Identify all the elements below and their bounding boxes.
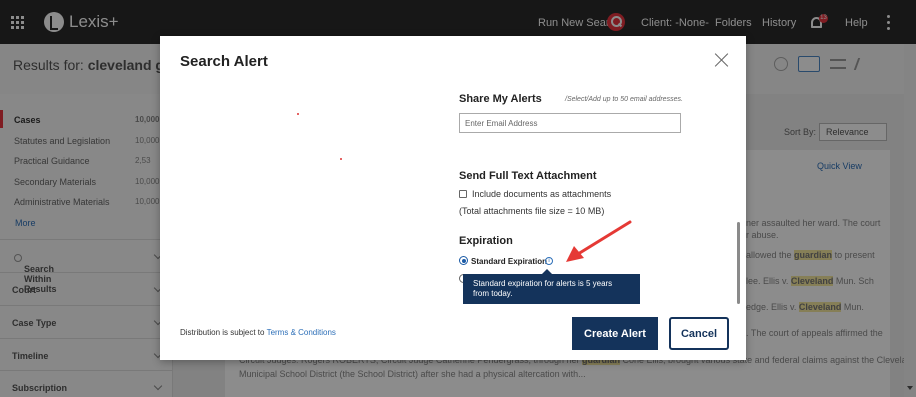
create-alert-button[interactable]: Create Alert <box>572 317 658 350</box>
distribution-note: Distribution is subject to Terms & Condi… <box>180 328 336 337</box>
search-alert-dialog: Search Alert Share My Alerts /Select/Add… <box>160 36 746 360</box>
distribution-text: Distribution is subject to <box>180 328 267 337</box>
dialog-scrollbar[interactable] <box>737 222 740 304</box>
cancel-button[interactable]: Cancel <box>669 317 729 350</box>
terms-link[interactable]: Terms & Conditions <box>267 328 336 337</box>
annotation-arrow <box>566 220 632 262</box>
